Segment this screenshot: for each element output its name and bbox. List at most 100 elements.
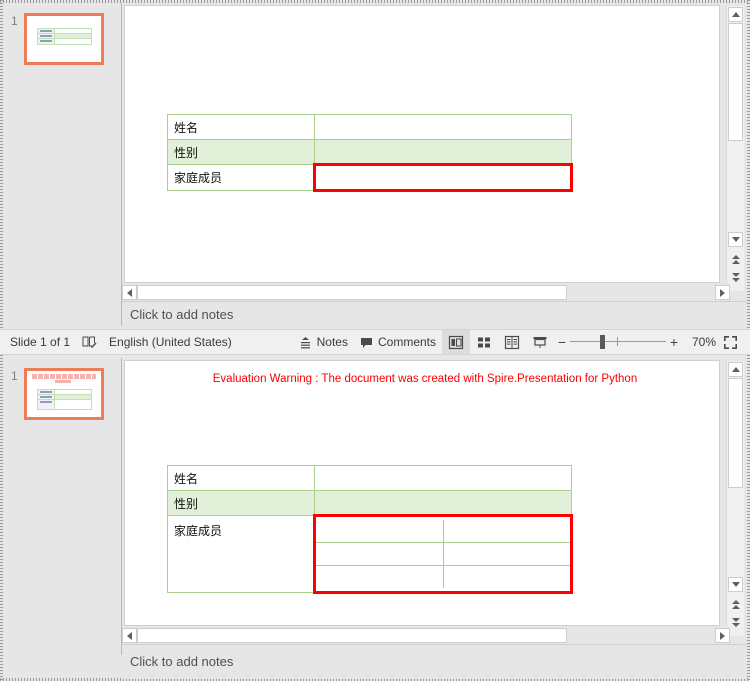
nested-table-cell[interactable] xyxy=(442,542,570,566)
horizontal-scrollbar-thumb[interactable] xyxy=(137,285,567,300)
slide-table[interactable]: 姓名 性别 家庭成员 xyxy=(167,465,573,594)
thumbnail-table-label-cell xyxy=(38,34,55,38)
slide-table[interactable]: 姓名 性别 家庭成员 xyxy=(167,114,573,192)
zoom-in-button[interactable]: + xyxy=(666,334,682,350)
scroll-up-button[interactable] xyxy=(728,362,743,377)
nested-table-cell[interactable] xyxy=(316,542,444,566)
table-cell-label-name[interactable]: 姓名 xyxy=(167,114,315,140)
nested-table-row[interactable] xyxy=(316,542,570,566)
table-row[interactable]: 姓名 xyxy=(167,465,572,491)
slide-count-label: Slide 1 of 1 xyxy=(10,335,71,349)
table-cell-label-family[interactable]: 家庭成员 xyxy=(167,515,315,593)
horizontal-scrollbar[interactable] xyxy=(122,284,730,301)
notes-placeholder[interactable]: Click to add notes xyxy=(130,307,233,322)
slide-thumbnail-frame[interactable] xyxy=(24,368,104,420)
normal-view-button[interactable] xyxy=(442,330,470,354)
slide-editing-pane: 姓名 性别 家庭成员 xyxy=(122,3,747,326)
table-cell-value-gender[interactable] xyxy=(314,139,572,165)
table-cell-value-name[interactable] xyxy=(314,465,572,491)
scroll-down-button[interactable] xyxy=(728,577,743,592)
nested-table-cell[interactable] xyxy=(316,565,444,588)
status-bar: Slide 1 of 1 English (United States) Not… xyxy=(0,329,750,355)
notes-placeholder[interactable]: Click to add notes xyxy=(130,654,233,669)
thumbnail-table-row xyxy=(38,39,91,44)
vertical-scrollbar[interactable] xyxy=(726,361,744,636)
scroll-right-button[interactable] xyxy=(715,628,730,643)
slide-thumbnail-number: 1 xyxy=(11,14,18,28)
nested-table-cell[interactable] xyxy=(442,520,570,543)
thumbnail-warning-text-preview-line2 xyxy=(55,380,71,383)
comments-button[interactable]: Comments xyxy=(354,330,442,354)
double-chevron-down-icon xyxy=(731,273,740,282)
horizontal-scrollbar-track[interactable] xyxy=(567,285,715,300)
nested-family-table[interactable] xyxy=(316,520,570,588)
proofing-status-button[interactable] xyxy=(76,330,103,354)
scroll-right-button[interactable] xyxy=(715,285,730,300)
reading-view-button[interactable] xyxy=(498,330,526,354)
nested-table-cell[interactable] xyxy=(316,520,444,543)
table-cell-value-family-highlighted[interactable] xyxy=(313,163,573,192)
slide-canvas[interactable]: Evaluation Warning : The document was cr… xyxy=(124,360,720,626)
table-row[interactable]: 性别 xyxy=(167,139,572,165)
vertical-scrollbar-thumb[interactable] xyxy=(728,23,743,141)
horizontal-scrollbar[interactable] xyxy=(122,627,730,644)
slide-thumbnail-item[interactable]: 1 xyxy=(3,365,121,425)
table-row[interactable]: 姓名 xyxy=(167,114,572,140)
chevron-right-icon xyxy=(720,631,725,640)
table-row[interactable]: 家庭成员 xyxy=(167,163,573,192)
slide-thumbnail-item[interactable]: 1 xyxy=(3,10,121,70)
scroll-left-button[interactable] xyxy=(122,285,137,300)
thumbnail-table-preview xyxy=(37,389,92,410)
table-cell-label-gender[interactable]: 性别 xyxy=(167,490,315,516)
scroll-down-button[interactable] xyxy=(728,232,743,247)
slide-canvas[interactable]: 姓名 性别 家庭成员 xyxy=(124,5,720,283)
double-chevron-up-icon xyxy=(731,600,740,609)
notes-pane[interactable]: Click to add notes xyxy=(122,301,747,327)
powerpoint-window-top: 1 姓名 性别 家庭成员 Click to add notes Slide 1 … xyxy=(0,0,750,355)
thumbnail-table-label-cell xyxy=(38,390,55,394)
table-cell-label-family[interactable]: 家庭成员 xyxy=(167,164,315,191)
zoom-level-label[interactable]: 70% xyxy=(682,335,716,349)
slide-thumbnail-pane: 1 xyxy=(3,358,122,655)
table-cell-value-gender[interactable] xyxy=(314,490,572,516)
table-cell-value-name[interactable] xyxy=(314,114,572,140)
next-slide-button[interactable] xyxy=(728,270,743,285)
slide-sorter-view-button[interactable] xyxy=(470,330,498,354)
scroll-left-button[interactable] xyxy=(122,628,137,643)
table-cell-value-family-highlighted[interactable] xyxy=(313,514,573,594)
fit-slide-to-window-button[interactable] xyxy=(716,330,744,354)
zoom-control[interactable]: − + 70% xyxy=(554,330,716,354)
slide-show-view-button[interactable] xyxy=(526,330,554,354)
table-cell-label-name[interactable]: 姓名 xyxy=(167,465,315,491)
thumbnail-table-preview xyxy=(37,28,92,45)
chevron-left-icon xyxy=(127,288,132,297)
reading-view-icon xyxy=(504,335,520,349)
nested-table-row[interactable] xyxy=(316,565,570,588)
table-row[interactable]: 家庭成员 xyxy=(167,514,573,594)
scroll-up-button[interactable] xyxy=(728,7,743,22)
vertical-scrollbar-thumb[interactable] xyxy=(728,378,743,488)
vertical-scrollbar[interactable] xyxy=(726,6,744,291)
zoom-slider[interactable] xyxy=(570,330,666,354)
table-row[interactable]: 性别 xyxy=(167,490,572,516)
nested-table-cell[interactable] xyxy=(442,565,570,588)
notes-button[interactable]: Notes xyxy=(293,330,354,354)
horizontal-scrollbar-track[interactable] xyxy=(567,628,715,643)
next-slide-button[interactable] xyxy=(728,615,743,630)
zoom-out-button[interactable]: − xyxy=(554,334,570,350)
notes-pane[interactable]: Click to add notes xyxy=(122,644,747,679)
nested-table-row[interactable] xyxy=(316,520,570,543)
table-cell-label-gender[interactable]: 性别 xyxy=(167,139,315,165)
previous-slide-button[interactable] xyxy=(728,252,743,267)
chevron-up-icon xyxy=(731,367,740,372)
fit-to-window-icon xyxy=(723,335,737,349)
zoom-slider-track xyxy=(570,341,666,342)
slide-thumbnail-frame[interactable] xyxy=(24,13,104,65)
slide-thumbnail-pane: 1 xyxy=(3,3,122,326)
previous-slide-button[interactable] xyxy=(728,597,743,612)
evaluation-warning-text: Evaluation Warning : The document was cr… xyxy=(212,373,638,385)
horizontal-scrollbar-thumb[interactable] xyxy=(137,628,567,643)
powerpoint-window-bottom: 1 Evaluation Warning: The document was … xyxy=(0,355,750,681)
language-label[interactable]: English (United States) xyxy=(103,330,238,354)
zoom-slider-handle[interactable] xyxy=(600,335,605,349)
